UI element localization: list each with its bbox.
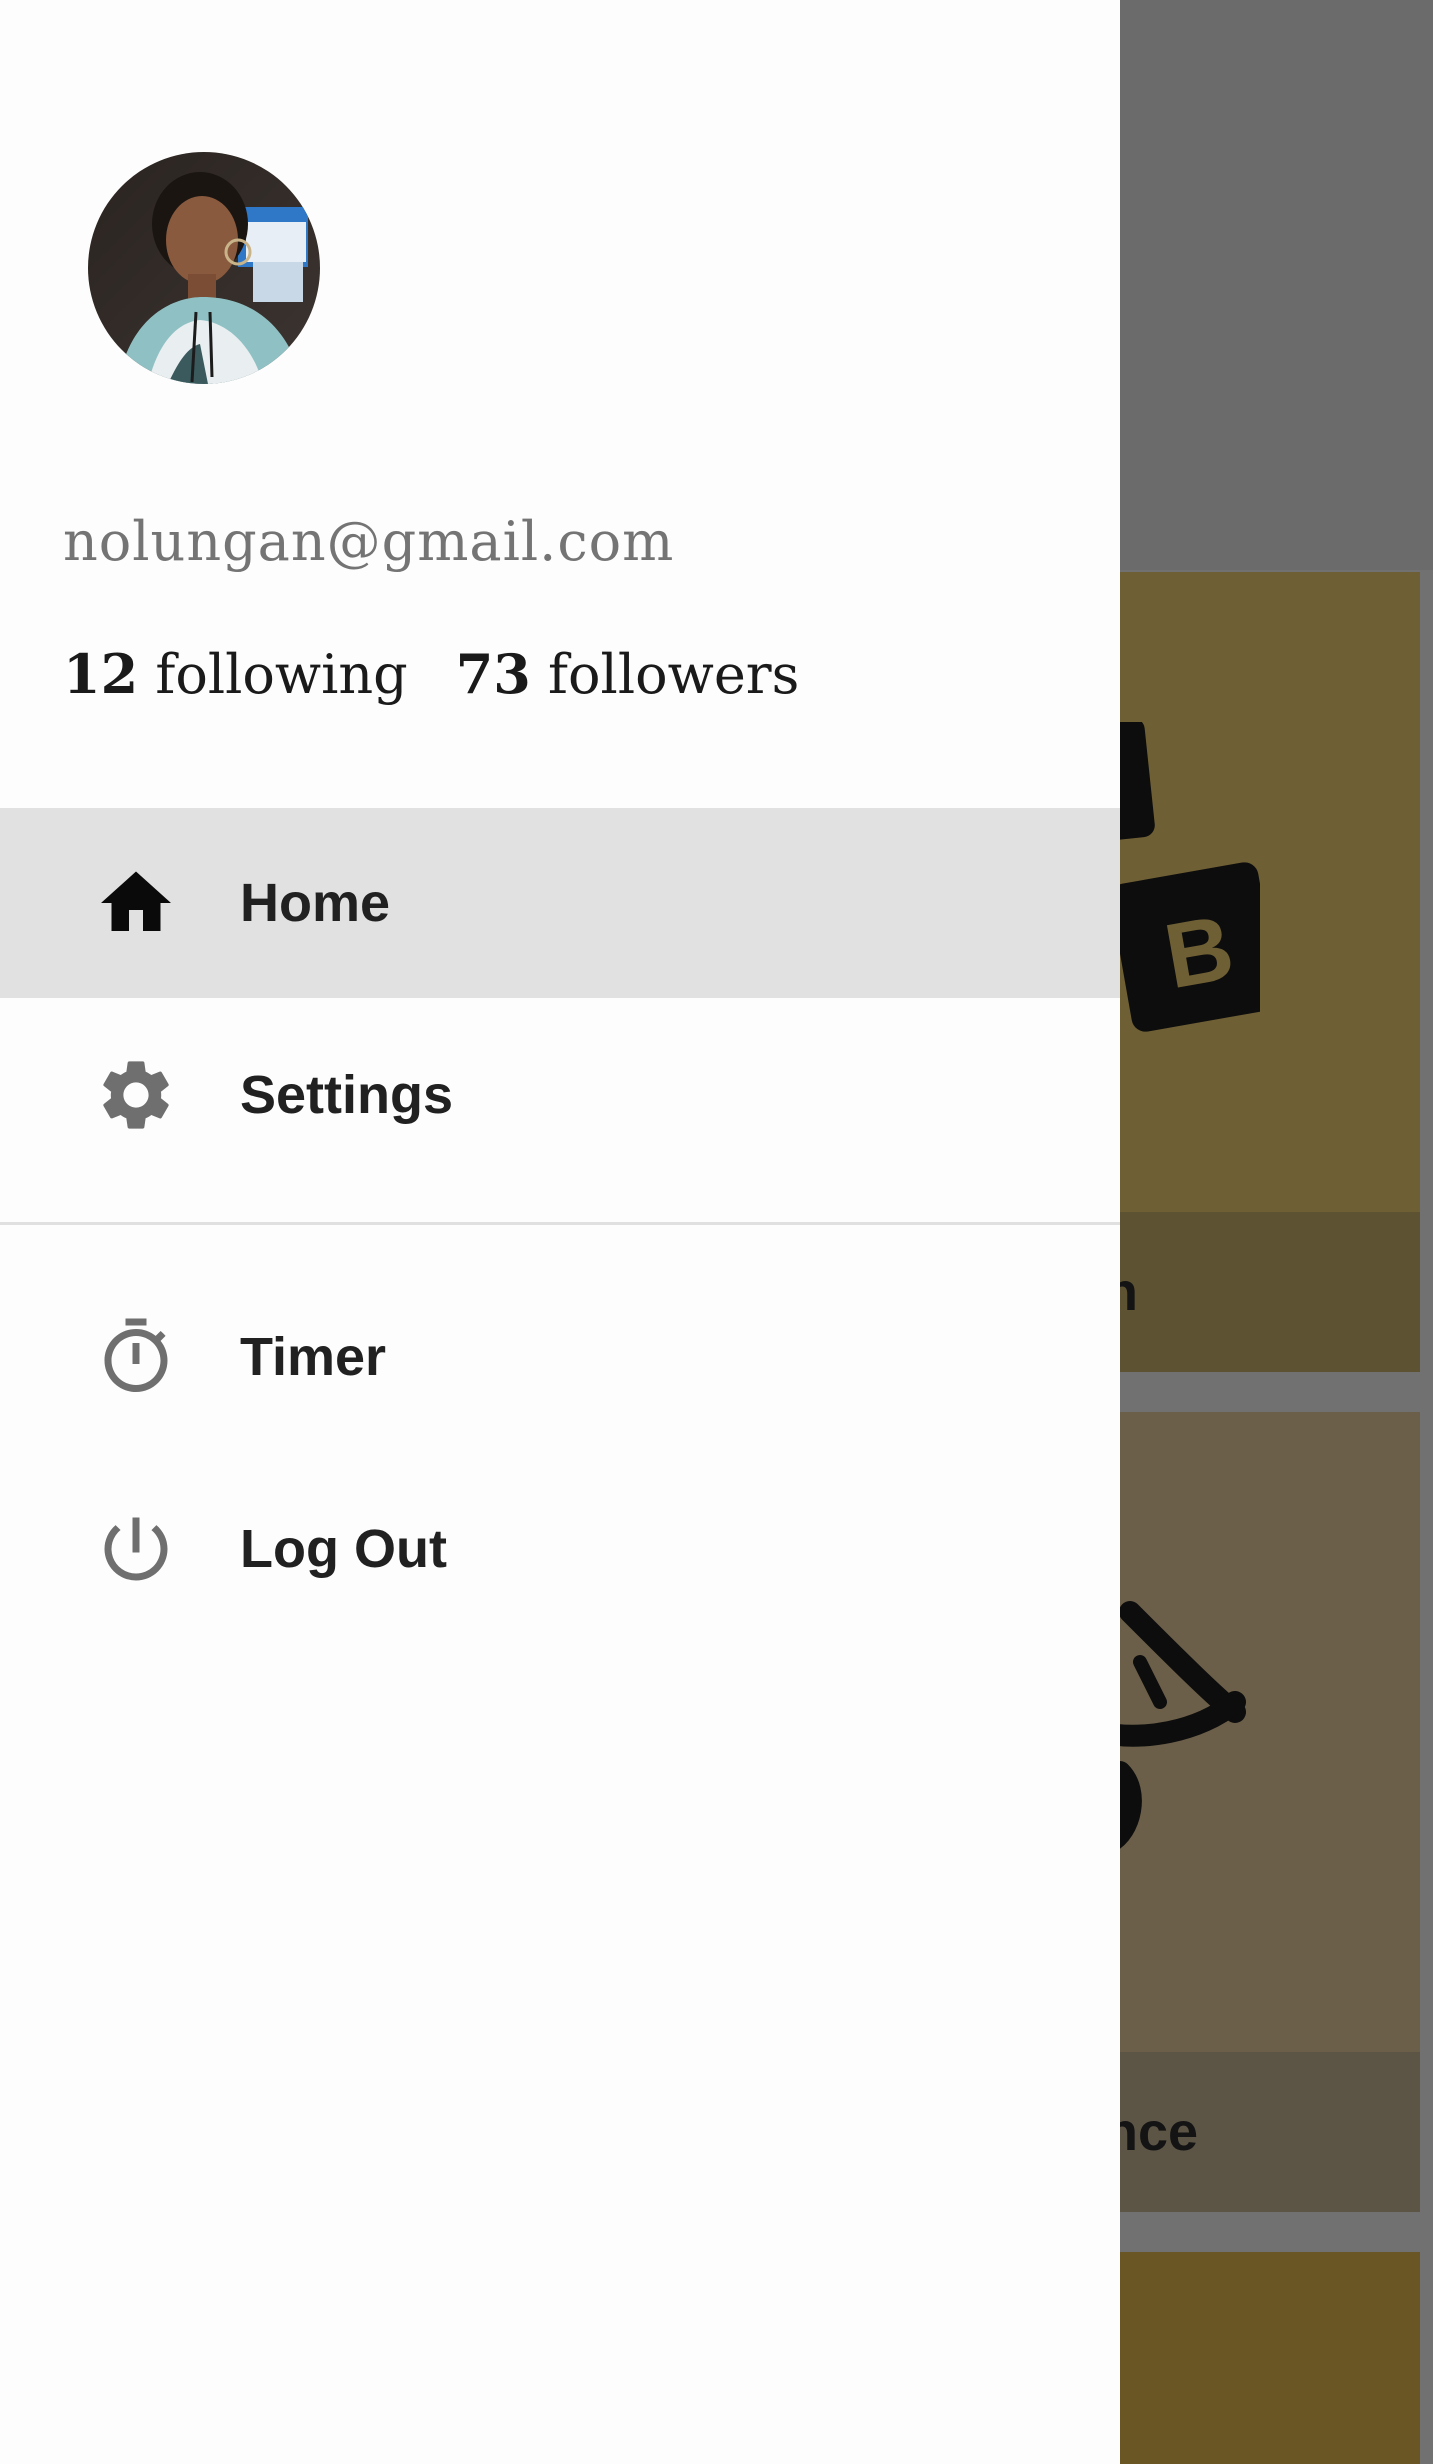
- menu-item-settings[interactable]: Settings: [0, 1000, 1120, 1190]
- menu-item-label: Settings: [240, 1065, 454, 1125]
- gear-icon: [92, 1051, 180, 1139]
- following-label[interactable]: following: [155, 643, 407, 706]
- stopwatch-icon: [92, 1313, 180, 1401]
- menu-item-label: Home: [240, 873, 391, 933]
- user-email: nolungan@gmail.com: [63, 510, 675, 573]
- menu-divider: [0, 1222, 1120, 1225]
- menu-item-label: Timer: [240, 1327, 387, 1387]
- menu-item-logout[interactable]: Log Out: [0, 1454, 1120, 1644]
- avatar[interactable]: [88, 152, 320, 384]
- user-avatar-photo: [88, 152, 320, 384]
- home-icon: [92, 859, 180, 947]
- menu-item-label: Log Out: [240, 1519, 447, 1579]
- menu-item-home[interactable]: Home: [0, 808, 1120, 998]
- followers-count: 73: [455, 642, 531, 706]
- following-count: 12: [63, 642, 139, 706]
- power-icon: [92, 1505, 180, 1593]
- follow-stats: 12 following 73 followers: [63, 642, 799, 706]
- followers-label[interactable]: followers: [548, 643, 799, 706]
- navigation-drawer: nolungan@gmail.com 12 following 73 follow…: [0, 0, 1120, 2464]
- app-screen: B sh ence: [0, 0, 1433, 2464]
- menu-item-timer[interactable]: Timer: [0, 1262, 1120, 1452]
